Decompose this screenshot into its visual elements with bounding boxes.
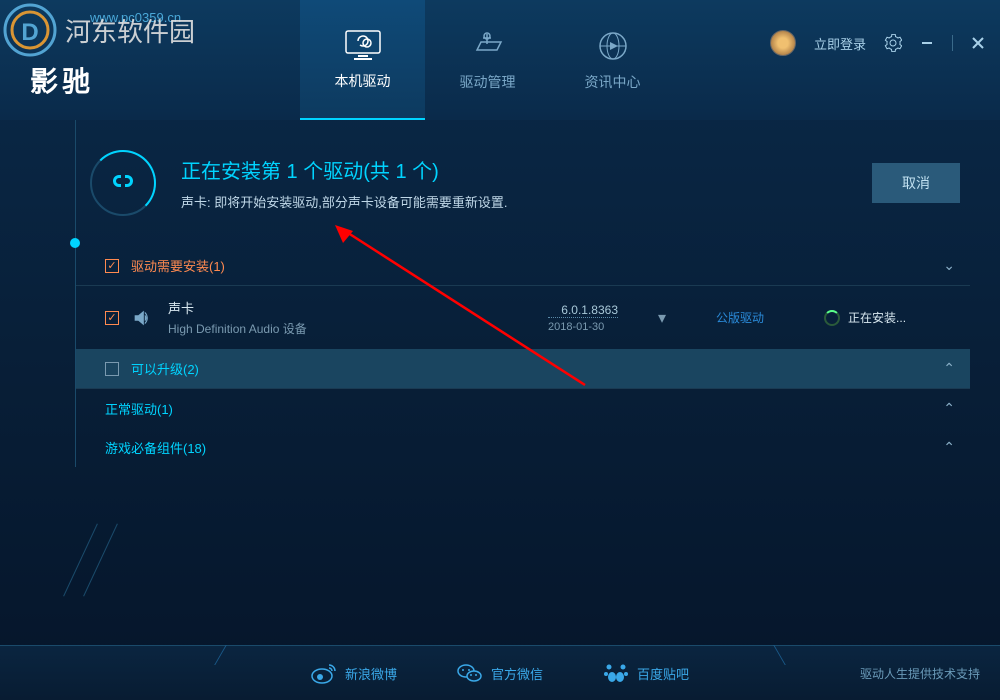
footer-weibo[interactable]: 新浪微博 xyxy=(311,660,397,686)
chevron-up-icon[interactable]: ⌃ xyxy=(943,400,955,417)
section-label: 驱动需要安装(1) xyxy=(131,256,943,275)
nav-tab-news[interactable]: 资讯中心 xyxy=(550,0,675,120)
driver-info: 声卡 High Definition Audio 设备 xyxy=(168,298,548,337)
section-upgradable[interactable]: 可以升级(2) ⌃ xyxy=(75,349,970,389)
driver-row-soundcard: 声卡 High Definition Audio 设备 6.0.1.8363 2… xyxy=(75,286,970,349)
timeline-line xyxy=(75,120,76,467)
install-title: 正在安装第 1 个驱动(共 1 个) xyxy=(181,155,872,184)
cancel-button[interactable]: 取消 xyxy=(872,163,960,203)
footer-label: 新浪微博 xyxy=(345,664,397,683)
spinner-small-icon xyxy=(824,310,840,326)
checkbox-driver[interactable] xyxy=(105,311,119,325)
watermark-text: 河东软件园 xyxy=(65,12,195,49)
tieba-icon xyxy=(603,660,629,686)
section-normal[interactable]: 正常驱动(1) ⌃ xyxy=(75,389,970,428)
official-driver-link[interactable]: 公版驱动 xyxy=(716,309,764,326)
footer: 新浪微博 官方微信 百度贴吧 驱动人生提供技术支持 xyxy=(0,645,1000,700)
logo-area: D 河东软件园 www.pc0359.cn 影驰 xyxy=(0,0,300,120)
footer-label: 官方微信 xyxy=(491,664,543,683)
driver-date: 2018-01-30 xyxy=(548,321,618,333)
avatar[interactable] xyxy=(770,30,796,56)
install-subtitle: 声卡: 即将开始安装驱动,部分声卡设备可能需要重新设置. xyxy=(181,192,872,211)
close-icon[interactable] xyxy=(971,36,985,50)
section-label: 可以升级(2) xyxy=(131,359,943,378)
nav-tab-local-drivers[interactable]: 本机驱动 xyxy=(300,0,425,120)
watermark: D 河东软件园 xyxy=(0,0,195,60)
nav-tabs: 本机驱动 驱动管理 资讯中心 xyxy=(300,0,675,120)
app-header: D 河东软件园 www.pc0359.cn 影驰 本机驱动 驱动管理 资讯中心 … xyxy=(0,0,1000,120)
brand-logo: 影驰 xyxy=(30,60,94,100)
nav-tab-label: 驱动管理 xyxy=(460,72,516,92)
nav-tab-label: 本机驱动 xyxy=(335,71,391,91)
dropdown-arrow-icon[interactable]: ▾ xyxy=(658,308,666,328)
driver-version: 6.0.1.8363 xyxy=(548,303,618,318)
section-game-required[interactable]: 游戏必备组件(18) ⌃ xyxy=(75,428,970,467)
minimize-icon[interactable] xyxy=(920,36,934,50)
footer-wechat[interactable]: 官方微信 xyxy=(457,660,543,686)
footer-tieba[interactable]: 百度贴吧 xyxy=(603,660,689,686)
chevron-up-icon[interactable]: ⌃ xyxy=(943,360,955,377)
monitor-refresh-icon xyxy=(343,28,383,63)
gear-icon[interactable] xyxy=(884,34,902,52)
installing-status: 正在安装... xyxy=(824,309,906,326)
nav-tab-label: 资讯中心 xyxy=(585,72,641,92)
speaker-icon xyxy=(131,307,153,329)
driver-version-col: 6.0.1.8363 2018-01-30 xyxy=(548,303,618,333)
section-label: 正常驱动(1) xyxy=(105,399,943,418)
main-content: 正在安装第 1 个驱动(共 1 个) 声卡: 即将开始安装驱动,部分声卡设备可能… xyxy=(0,120,1000,467)
install-info: 正在安装第 1 个驱动(共 1 个) 声卡: 即将开始安装驱动,部分声卡设备可能… xyxy=(181,155,872,211)
chevron-down-icon[interactable]: ⌄ xyxy=(943,257,955,274)
footer-label: 百度贴吧 xyxy=(637,664,689,683)
login-link[interactable]: 立即登录 xyxy=(814,34,866,53)
driver-desc: High Definition Audio 设备 xyxy=(168,320,548,337)
tools-icon xyxy=(468,29,508,64)
driver-name: 声卡 xyxy=(168,298,548,317)
checkbox-upgradable[interactable] xyxy=(105,362,119,376)
weibo-icon xyxy=(311,660,337,686)
install-status-header: 正在安装第 1 个驱动(共 1 个) 声卡: 即将开始安装驱动,部分声卡设备可能… xyxy=(90,150,970,216)
tech-support-text: 驱动人生提供技术支持 xyxy=(860,665,980,682)
watermark-icon: D xyxy=(0,0,60,60)
spinner-ring-icon xyxy=(90,150,156,216)
section-label: 游戏必备组件(18) xyxy=(105,438,943,457)
checkbox-need-install[interactable] xyxy=(105,259,119,273)
wechat-icon xyxy=(457,660,483,686)
nav-tab-driver-manage[interactable]: 驱动管理 xyxy=(425,0,550,120)
globe-play-icon xyxy=(593,29,633,64)
timeline-dot xyxy=(70,238,80,248)
svg-text:D: D xyxy=(21,19,38,46)
divider xyxy=(952,35,953,51)
section-need-install[interactable]: 驱动需要安装(1) ⌄ xyxy=(75,246,970,286)
chevron-up-icon[interactable]: ⌃ xyxy=(943,439,955,456)
decorative-lines xyxy=(50,520,250,620)
header-right: 立即登录 xyxy=(770,30,985,56)
installing-text: 正在安装... xyxy=(848,309,906,326)
